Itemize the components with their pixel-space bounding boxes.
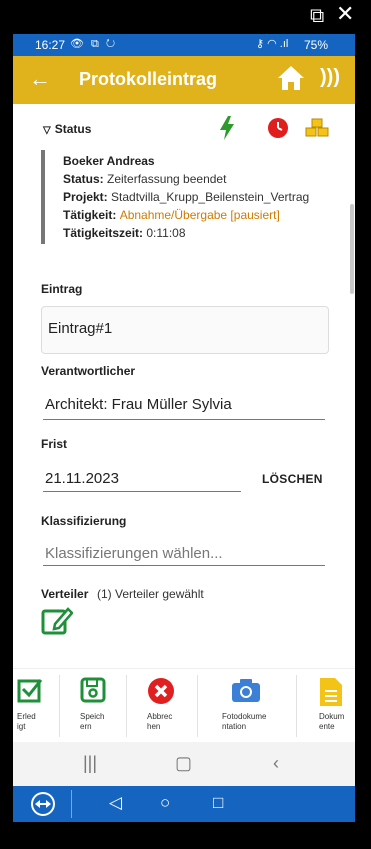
app-bar: ← Protokolleintrag ))) — [13, 56, 355, 104]
document-icon — [320, 678, 342, 706]
deadline-label: Frist — [41, 437, 68, 451]
activity-time-value: 0:11:08 — [146, 226, 186, 240]
deadline-value[interactable]: 21.11.2023 — [45, 470, 119, 487]
photo-action[interactable]: Fotodokume ntation — [198, 669, 296, 743]
scrollbar[interactable] — [350, 204, 354, 294]
distributor-label: Verteiler — [41, 587, 89, 601]
close-window-icon[interactable]: ✕ — [336, 3, 354, 25]
deadline-underline — [43, 491, 241, 492]
home-nav-icon[interactable]: ▢ — [175, 753, 192, 774]
documents-action[interactable]: Dokum ente — [297, 669, 355, 743]
camera-icon — [232, 679, 260, 702]
done-action[interactable]: Erled igt — [13, 669, 59, 743]
classification-underline — [43, 565, 325, 566]
distributor-value: (1) Verteiler gewählt — [97, 587, 204, 601]
responsible-value[interactable]: Architekt: Frau Müller Sylvia — [45, 396, 232, 413]
back-arrow-icon[interactable]: ← — [29, 66, 51, 92]
page-title: Protokolleintrag — [79, 69, 218, 89]
battery-level: 75% — [304, 38, 329, 52]
status-toggle[interactable]: ▽ Status — [43, 122, 91, 136]
collapse-triangle-icon: ▽ — [43, 125, 51, 136]
cancel-label: Abbrec hen — [147, 712, 173, 731]
check-icon — [17, 679, 43, 703]
status-label: Status: — [63, 172, 104, 186]
nfc-icon[interactable]: ))) — [320, 66, 340, 89]
done-label: Erled igt — [17, 712, 36, 731]
responsible-label: Verantwortlicher — [41, 364, 136, 378]
status-row: Status: Zeiterfassung beendet — [63, 172, 226, 186]
cancel-icon — [148, 678, 174, 704]
photo-label: Fotodokume ntation — [222, 712, 267, 731]
status-time: 16:27 — [35, 38, 66, 52]
activity-value: Abnahme/Übergabe [pausiert] — [119, 208, 280, 222]
documents-label: Dokum ente — [319, 712, 345, 731]
activity-time-label: Tätigkeitszeit: — [63, 226, 144, 240]
entry-label: Eintrag — [41, 282, 83, 296]
edit-icon[interactable] — [41, 606, 73, 636]
android-status-bar: 16:27 👁 ⧉ ↻ ⚷ ◠ .ıl 75% — [13, 34, 355, 56]
remote-home-icon[interactable]: ○ — [160, 793, 170, 813]
window-chrome: ⧉ ✕ — [0, 0, 371, 34]
open-external-icon[interactable]: ⧉ — [310, 6, 324, 26]
status-right-icons: ⚷ ◠ .ıl — [256, 38, 289, 50]
activity-row: Tätigkeit: Abnahme/Übergabe [pausiert] — [63, 208, 280, 222]
status-details: Boeker Andreas Status: Zeiterfassung bee… — [41, 150, 331, 244]
delete-deadline-button[interactable]: LÖSCHEN — [262, 472, 323, 486]
home-icon[interactable] — [276, 64, 306, 92]
clock-icon[interactable] — [267, 117, 289, 139]
responsible-underline — [43, 419, 325, 420]
lightning-icon[interactable] — [219, 116, 235, 140]
entry-field[interactable]: Eintrag#1 — [41, 306, 329, 354]
activity-label: Tätigkeit: — [63, 208, 117, 222]
boxes-icon[interactable] — [305, 118, 329, 138]
project-label: Projekt: — [63, 190, 108, 204]
android-nav-bar: ||| ▢ ‹ — [13, 742, 355, 786]
status-header-label: Status — [54, 122, 92, 136]
recent-apps-icon[interactable]: ||| — [83, 753, 97, 774]
status-value: Zeiterfassung beendet — [107, 172, 227, 186]
status-left-icons: 👁 ⧉ ↻ — [70, 38, 118, 50]
project-value: Stadtvilla_Krupp_Beilenstein_Vertrag — [111, 190, 310, 204]
main-content: ▽ Status Boeker Andreas Status: Zeiterfas… — [13, 104, 355, 738]
activity-time-row: Tätigkeitszeit: 0:11:08 — [63, 226, 186, 240]
save-icon — [80, 677, 106, 703]
phone-screen: 16:27 👁 ⧉ ↻ ⚷ ◠ .ıl 75% ← Protokolleintr… — [13, 34, 355, 822]
cancel-action[interactable]: Abbrec hen — [127, 669, 197, 743]
back-nav-icon[interactable]: ‹ — [273, 753, 279, 774]
action-bar: Erled igt Speich ern Abbrec hen Fotodoku… — [13, 668, 355, 742]
classification-label: Klassifizierung — [41, 514, 127, 528]
remote-control-bar: ◁ ○ □ — [13, 786, 355, 822]
remote-recent-icon[interactable]: □ — [213, 793, 223, 813]
remote-back-icon[interactable]: ◁ — [109, 793, 122, 813]
save-label: Speich ern — [80, 712, 105, 731]
project-row: Projekt: Stadtvilla_Krupp_Beilenstein_Ve… — [63, 190, 309, 204]
employee-name: Boeker Andreas — [63, 154, 155, 168]
teamviewer-icon[interactable] — [31, 792, 55, 816]
entry-value: Eintrag#1 — [48, 320, 113, 337]
bar-divider — [71, 790, 72, 818]
save-action[interactable]: Speich ern — [60, 669, 126, 743]
classification-select[interactable]: Klassifizierungen wählen... — [45, 545, 223, 562]
